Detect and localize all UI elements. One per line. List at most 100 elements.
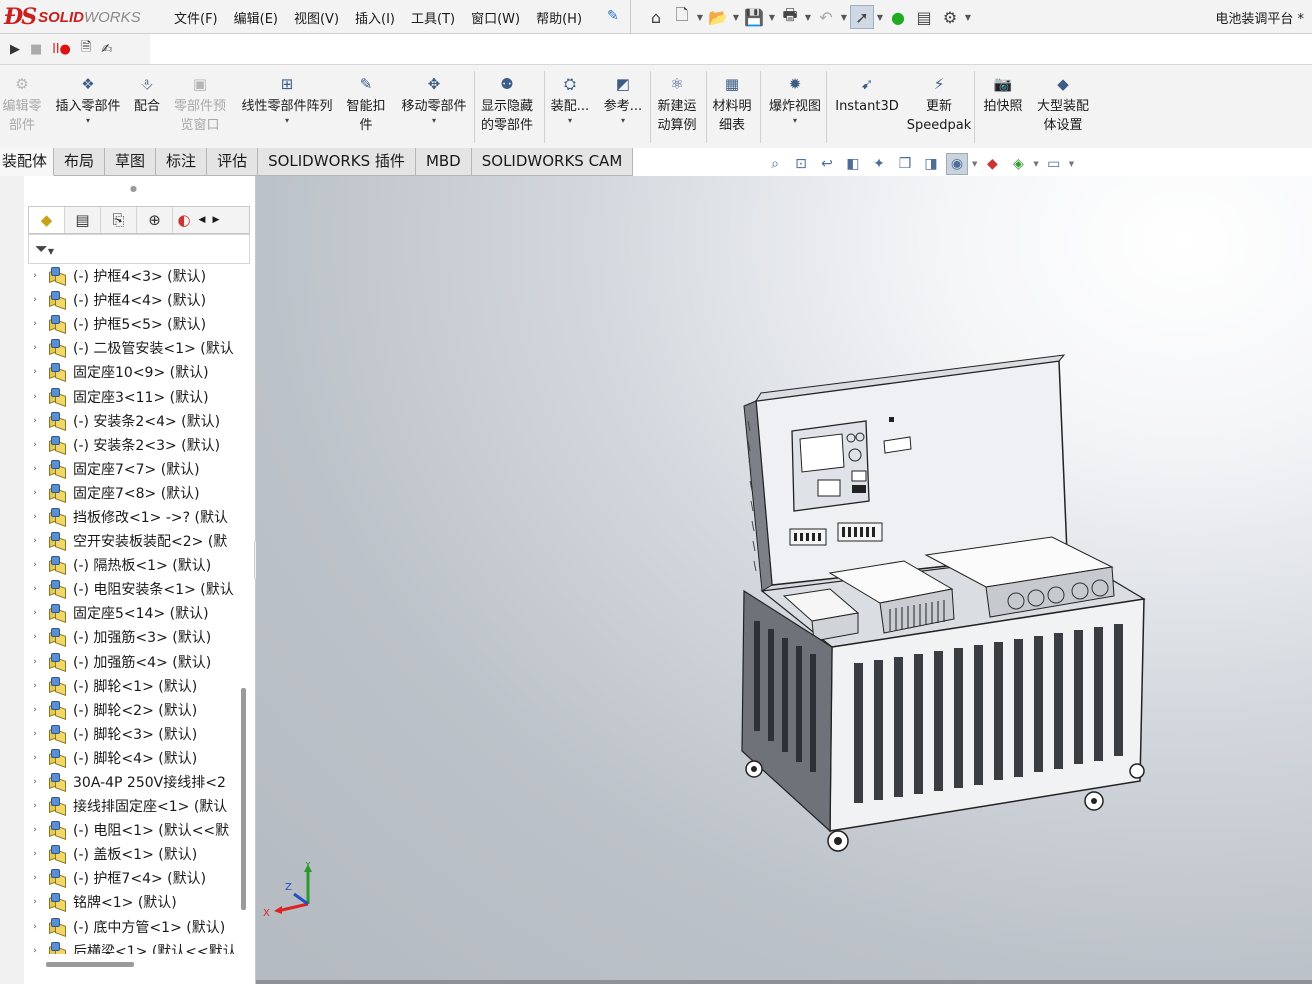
hide-show-items-icon[interactable]: ◉ xyxy=(946,153,968,175)
view-orientation-icon[interactable]: ❒ xyxy=(894,153,916,175)
graphics-area[interactable]: Y X Z xyxy=(256,176,1312,984)
move-component-button[interactable]: ✥ 移动零部件 ▾ xyxy=(396,69,472,145)
menu-item[interactable]: 窗口(W) xyxy=(463,8,528,27)
expand-chevron-icon[interactable]: › xyxy=(28,825,42,835)
tree-horizontal-scrollbar[interactable] xyxy=(46,962,134,967)
expand-chevron-icon[interactable]: › xyxy=(28,536,42,546)
featuremanager-tree-icon[interactable]: ◆ xyxy=(29,207,65,233)
tab-4[interactable]: 评估 xyxy=(207,148,259,176)
propertymanager-icon[interactable]: ▤ xyxy=(65,207,101,233)
chevron-down-icon[interactable]: ▼ xyxy=(768,13,776,22)
expand-chevron-icon[interactable]: › xyxy=(28,657,42,667)
expand-chevron-icon[interactable]: › xyxy=(28,271,42,281)
select-arrow-icon[interactable]: ➚ xyxy=(850,5,874,29)
tree-item[interactable]: › 固定座10<9> (默认) xyxy=(28,360,240,384)
instant3d-button[interactable]: ➹ Instant3D xyxy=(832,69,902,145)
tree-item[interactable]: › (-) 脚轮<4> (默认) xyxy=(28,746,240,770)
mate-paperclip-button[interactable]: ⎀ 配合 xyxy=(128,69,166,145)
snapshot-camera-button[interactable]: 📷 拍快照 xyxy=(978,69,1028,145)
tab-6[interactable]: MBD xyxy=(415,148,472,176)
expand-chevron-icon[interactable]: › xyxy=(28,488,42,498)
macro-new-icon[interactable]: 🗎 xyxy=(81,38,91,60)
tree-item[interactable]: › 30A-4P 250V接线排<2 xyxy=(28,770,240,794)
tree-item[interactable]: › 后横梁<1> (默认<<默认 xyxy=(28,939,240,954)
expand-chevron-icon[interactable]: › xyxy=(28,777,42,787)
tree-item[interactable]: › (-) 脚轮<1> (默认) xyxy=(28,674,240,698)
tab-2[interactable]: 草图 xyxy=(105,148,157,176)
tree-item[interactable]: › (-) 加强筋<4> (默认) xyxy=(28,650,240,674)
tree-item[interactable]: › (-) 安装条2<4> (默认) xyxy=(28,409,240,433)
expand-chevron-icon[interactable]: › xyxy=(28,319,42,329)
chevron-down-icon[interactable]: ▼ xyxy=(732,13,740,22)
section-view-icon[interactable]: ◧ xyxy=(842,153,864,175)
chevron-down-icon[interactable]: ▼ xyxy=(964,13,972,22)
tree-item[interactable]: › (-) 底中方管<1> (默认) xyxy=(28,915,240,939)
tab-1[interactable]: 布局 xyxy=(54,148,106,176)
tab-scroll-left-icon[interactable]: ◀ xyxy=(195,215,209,225)
component-preview-button[interactable]: ▣ 零部件预 览窗口 xyxy=(168,69,232,145)
assembly-features-button[interactable]: ⛭ 装配... ▾ xyxy=(546,69,594,145)
expand-chevron-icon[interactable]: › xyxy=(28,873,42,883)
filter-icon[interactable]: ⏷▼ xyxy=(28,234,250,264)
previous-view-icon[interactable]: ↩ xyxy=(816,153,838,175)
tree-item[interactable]: › (-) 加强筋<3> (默认) xyxy=(28,625,240,649)
tab-0[interactable]: 装配体 xyxy=(0,148,55,176)
menu-item[interactable]: 工具(T) xyxy=(403,8,463,27)
new-motion-study-button[interactable]: ⚛ 新建运 动算例 xyxy=(652,69,702,145)
expand-chevron-icon[interactable]: › xyxy=(28,849,42,859)
tree-item[interactable]: › 固定座5<14> (默认) xyxy=(28,601,240,625)
expand-chevron-icon[interactable]: › xyxy=(28,705,42,715)
tree-item[interactable]: › (-) 脚轮<3> (默认) xyxy=(28,722,240,746)
tree-item[interactable]: › (-) 盖板<1> (默认) xyxy=(28,842,240,866)
expand-chevron-icon[interactable]: › xyxy=(28,897,42,907)
smart-fasteners-button[interactable]: ✎ 智能扣 件 xyxy=(342,69,390,145)
tree-item[interactable]: › (-) 脚轮<2> (默认) xyxy=(28,698,240,722)
tree-item[interactable]: › 铭牌<1> (默认) xyxy=(28,890,240,914)
chevron-down-icon[interactable]: ▼ xyxy=(696,13,704,22)
insert-component-button[interactable]: ❖ 插入零部件 ▾ xyxy=(52,69,124,145)
expand-chevron-icon[interactable]: › xyxy=(28,922,42,932)
chevron-down-icon[interactable]: ▾ xyxy=(285,116,289,125)
apply-scene-icon[interactable]: ◈ xyxy=(1007,153,1029,175)
expand-chevron-icon[interactable]: › xyxy=(28,512,42,522)
chevron-down-icon[interactable]: ▼ xyxy=(1033,160,1038,168)
show-hidden-components-button[interactable]: ⚉ 显示隐藏 的零部件 xyxy=(476,69,538,145)
chevron-down-icon[interactable]: ▾ xyxy=(432,116,436,125)
dimxpert-icon[interactable]: ⊕ xyxy=(137,207,173,233)
zoom-to-area-icon[interactable]: ⊡ xyxy=(790,153,812,175)
linear-pattern-button[interactable]: ⊞ 线性零部件阵列 ▾ xyxy=(236,69,338,145)
tree-item[interactable]: › (-) 护框7<4> (默认) xyxy=(28,866,240,890)
pin-icon[interactable]: ✎ xyxy=(607,8,619,24)
edit-component-button[interactable]: ⚙ 编辑零 部件 xyxy=(0,69,44,145)
chevron-down-icon[interactable]: ▾ xyxy=(86,116,90,125)
expand-chevron-icon[interactable]: › xyxy=(28,464,42,474)
undo-icon[interactable]: ↶ xyxy=(814,5,838,29)
file-properties-icon[interactable]: ▤ xyxy=(912,5,936,29)
print-icon[interactable]: 🖶 xyxy=(778,5,802,29)
menu-item[interactable]: 编辑(E) xyxy=(226,8,286,27)
display-manager-icon[interactable]: ◐ xyxy=(173,207,195,233)
large-assembly-settings-button[interactable]: ◆ 大型装配 体设置 xyxy=(1032,69,1094,145)
home-icon[interactable]: ⌂ xyxy=(644,5,668,29)
new-document-icon[interactable]: 🗋 xyxy=(670,5,694,29)
expand-chevron-icon[interactable]: › xyxy=(28,416,42,426)
panel-collapse-grip[interactable]: ● xyxy=(130,184,144,193)
expand-chevron-icon[interactable]: › xyxy=(28,392,42,402)
chevron-down-icon[interactable]: ▼ xyxy=(804,13,812,22)
tree-item[interactable]: › (-) 电阻安装条<1> (默认 xyxy=(28,577,240,601)
tree-item[interactable]: › 挡板修改<1> ->? (默认 xyxy=(28,505,240,529)
view-settings-icon[interactable]: ▭ xyxy=(1043,153,1065,175)
chevron-down-icon[interactable]: ▼ xyxy=(840,13,848,22)
tab-scroll-right-icon[interactable]: ▶ xyxy=(209,215,223,225)
tab-7[interactable]: SOLIDWORKS CAM xyxy=(471,148,634,176)
menu-item[interactable]: 插入(I) xyxy=(347,8,403,27)
menu-item[interactable]: 帮助(H) xyxy=(528,8,590,27)
tree-item[interactable]: › (-) 护框5<5> (默认) xyxy=(28,312,240,336)
save-icon[interactable]: 💾 xyxy=(742,5,766,29)
menu-item[interactable]: 视图(V) xyxy=(286,8,347,27)
expand-chevron-icon[interactable]: › xyxy=(28,729,42,739)
tab-5[interactable]: SOLIDWORKS 插件 xyxy=(258,148,416,176)
display-style-icon[interactable]: ◨ xyxy=(920,153,942,175)
expand-chevron-icon[interactable]: › xyxy=(28,632,42,642)
expand-chevron-icon[interactable]: › xyxy=(28,343,42,353)
